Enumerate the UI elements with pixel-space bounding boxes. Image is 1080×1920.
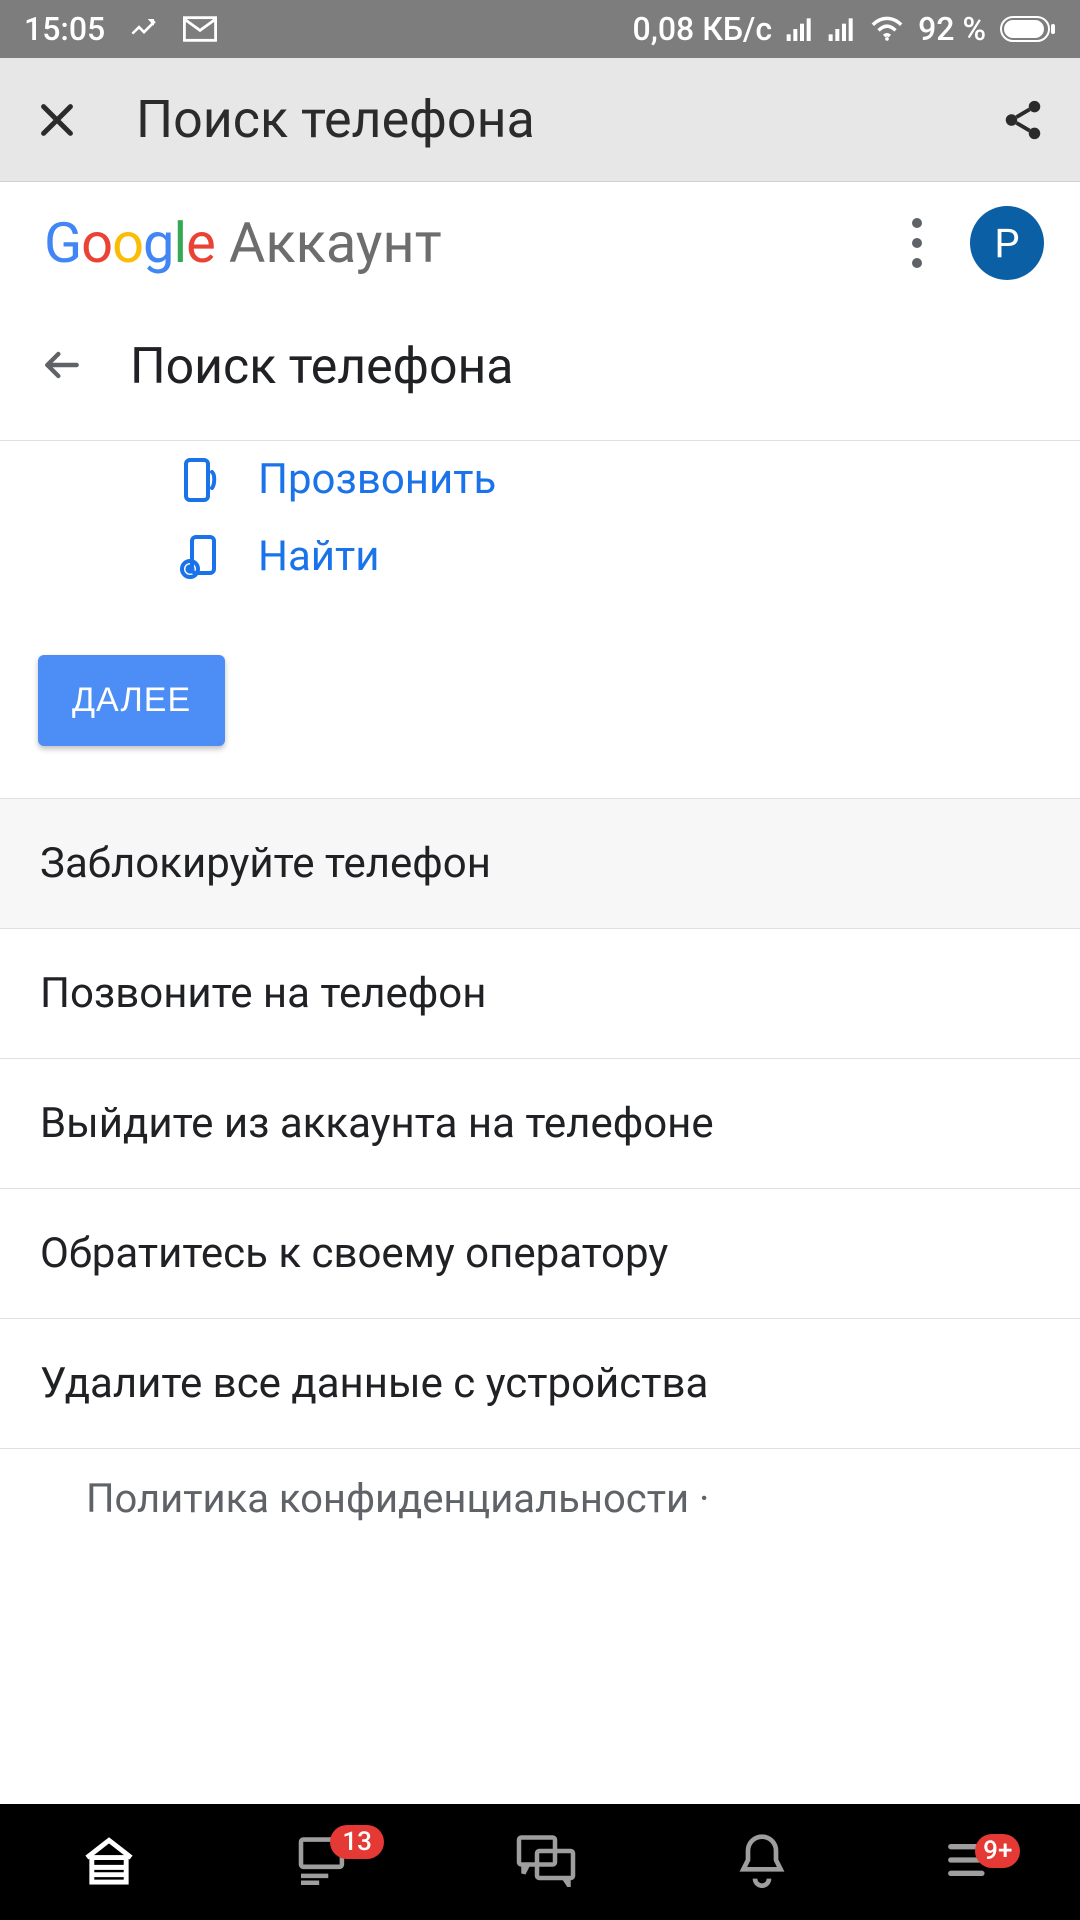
back-icon[interactable] bbox=[40, 343, 84, 391]
nav-messages-badge: 13 bbox=[330, 1825, 384, 1859]
option-list: Заблокируйте телефон Позвоните на телефо… bbox=[0, 798, 1080, 1449]
phone-ring-icon bbox=[172, 456, 228, 504]
battery-icon bbox=[1000, 16, 1056, 42]
locate-icon bbox=[172, 533, 228, 581]
page-title: Поиск телефона bbox=[130, 338, 514, 396]
missed-call-icon bbox=[129, 14, 159, 44]
app-bar: Поиск телефона bbox=[0, 58, 1080, 182]
bottom-nav: 13 9+ bbox=[0, 1804, 1080, 1920]
action-ring-label: Прозвонить bbox=[258, 455, 496, 504]
status-bar: 15:05 0,08 КБ/с 92 % bbox=[0, 0, 1080, 58]
option-contact-carrier[interactable]: Обратитесь к своему оператору bbox=[0, 1189, 1080, 1319]
action-locate-label: Найти bbox=[258, 532, 380, 581]
next-button[interactable]: ДАЛЕЕ bbox=[38, 655, 225, 746]
nav-notifications[interactable] bbox=[736, 1832, 788, 1892]
action-ring[interactable]: Прозвонить bbox=[0, 441, 1080, 518]
google-header: Google Аккаунт P bbox=[0, 182, 1080, 304]
avatar[interactable]: P bbox=[970, 206, 1044, 280]
action-locate[interactable]: Найти bbox=[0, 518, 1080, 595]
option-lock-phone[interactable]: Заблокируйте телефон bbox=[0, 798, 1080, 929]
app-bar-title: Поиск телефона bbox=[136, 89, 1000, 150]
option-call-phone[interactable]: Позвоните на телефон bbox=[0, 929, 1080, 1059]
nav-more[interactable]: 9+ bbox=[945, 1840, 1001, 1884]
status-data-rate: 0,08 КБ/с bbox=[633, 10, 773, 48]
option-sign-out[interactable]: Выйдите из аккаунта на телефоне bbox=[0, 1059, 1080, 1189]
nav-messages[interactable]: 13 bbox=[296, 1835, 356, 1889]
google-logo: Google bbox=[44, 210, 215, 276]
nav-more-badge: 9+ bbox=[975, 1834, 1020, 1868]
account-label: Аккаунт bbox=[229, 210, 442, 276]
status-time: 15:05 bbox=[24, 10, 105, 48]
sub-header: Поиск телефона bbox=[0, 304, 1080, 441]
wifi-icon bbox=[870, 16, 904, 42]
option-erase-device[interactable]: Удалите все данные с устройства bbox=[0, 1319, 1080, 1449]
nav-chats[interactable] bbox=[514, 1833, 578, 1891]
share-icon[interactable] bbox=[1000, 97, 1046, 143]
nav-home[interactable] bbox=[79, 1833, 139, 1891]
privacy-policy-link[interactable]: Политика конфиденциальности · bbox=[0, 1449, 1080, 1548]
more-menu-icon[interactable] bbox=[912, 218, 922, 268]
mail-icon bbox=[183, 16, 217, 42]
signal-icon-2 bbox=[828, 17, 856, 41]
close-icon[interactable] bbox=[34, 97, 80, 143]
signal-icon bbox=[786, 17, 814, 41]
status-battery-text: 92 % bbox=[918, 10, 986, 48]
